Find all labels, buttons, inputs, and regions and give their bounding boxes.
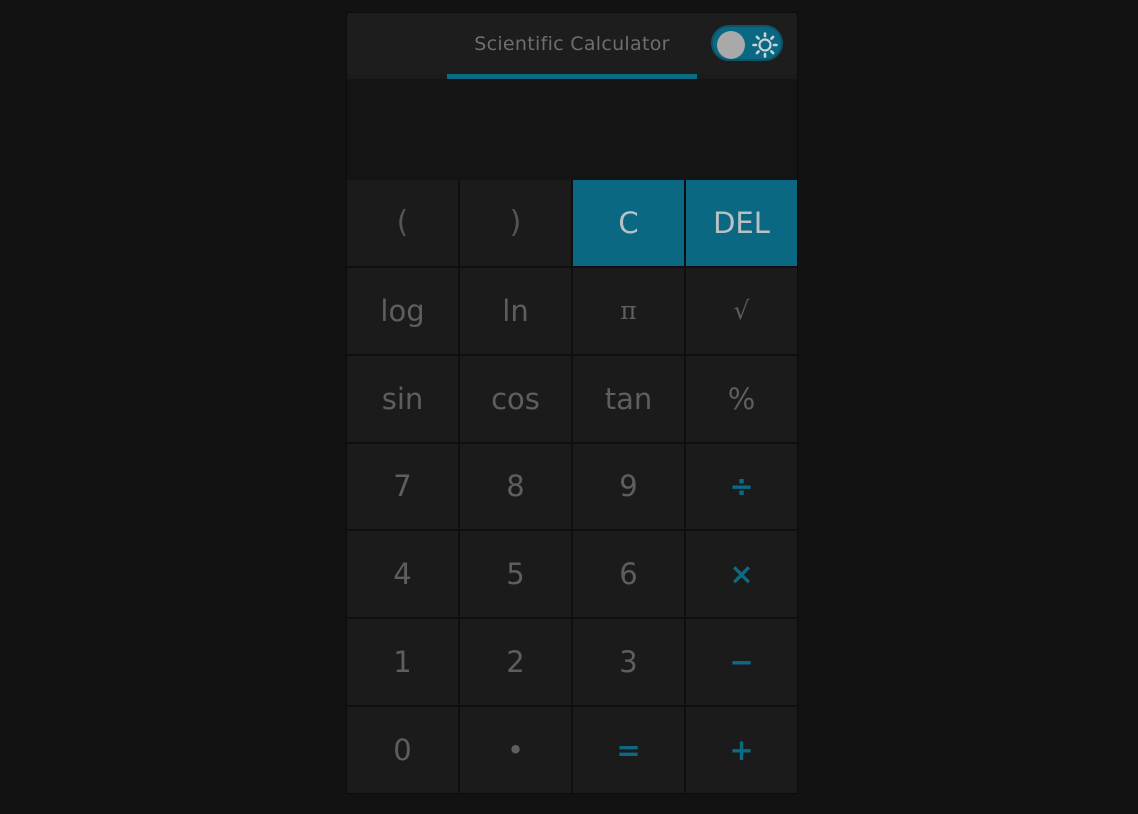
digit-7-button[interactable]: 7 bbox=[347, 443, 458, 530]
percent-button[interactable]: % bbox=[686, 355, 797, 442]
calculator: Scientific Calculator () C DEL log ln π √ sin co… bbox=[346, 12, 798, 794]
digit-4-button[interactable]: 4 bbox=[347, 531, 458, 618]
open-paren-button[interactable]: ( bbox=[347, 180, 458, 266]
digit-3-button[interactable]: 3 bbox=[573, 619, 684, 706]
digit-6-button[interactable]: 6 bbox=[573, 531, 684, 618]
digit-5-button[interactable]: 5 bbox=[460, 531, 571, 618]
digit-8-button[interactable]: 8 bbox=[460, 443, 571, 530]
digit-0-button[interactable]: 0 bbox=[347, 707, 458, 793]
clear-button[interactable]: C bbox=[573, 180, 684, 266]
tan-button[interactable]: tan bbox=[573, 355, 684, 442]
multiply-button[interactable]: × bbox=[686, 531, 797, 618]
decimal-button[interactable]: • bbox=[460, 707, 571, 793]
keypad: () C DEL log ln π √ sin cos tan% 7 8 9 ÷ 4 5 6 × 1 2 3− 0 • = + bbox=[347, 180, 797, 793]
log-button[interactable]: log bbox=[347, 267, 458, 354]
sun-icon bbox=[752, 32, 778, 58]
sin-button[interactable]: sin bbox=[347, 355, 458, 442]
theme-toggle[interactable] bbox=[711, 25, 783, 61]
add-button[interactable]: + bbox=[686, 707, 797, 793]
pi-button[interactable]: π bbox=[573, 267, 684, 354]
digit-2-button[interactable]: 2 bbox=[460, 619, 571, 706]
cos-button[interactable]: cos bbox=[460, 355, 571, 442]
divide-button[interactable]: ÷ bbox=[686, 443, 797, 530]
result-display bbox=[347, 79, 797, 180]
equals-button[interactable]: = bbox=[573, 707, 684, 793]
delete-button[interactable]: DEL bbox=[686, 180, 797, 266]
digit-1-button[interactable]: 1 bbox=[347, 619, 458, 706]
close-paren-button[interactable]: ) bbox=[460, 180, 571, 266]
header: Scientific Calculator bbox=[347, 13, 797, 75]
ln-button[interactable]: ln bbox=[460, 267, 571, 354]
page-title: Scientific Calculator bbox=[474, 33, 670, 55]
subtract-button[interactable]: − bbox=[686, 619, 797, 706]
sqrt-button[interactable]: √ bbox=[686, 267, 797, 354]
toggle-knob bbox=[717, 31, 745, 59]
digit-9-button[interactable]: 9 bbox=[573, 443, 684, 530]
